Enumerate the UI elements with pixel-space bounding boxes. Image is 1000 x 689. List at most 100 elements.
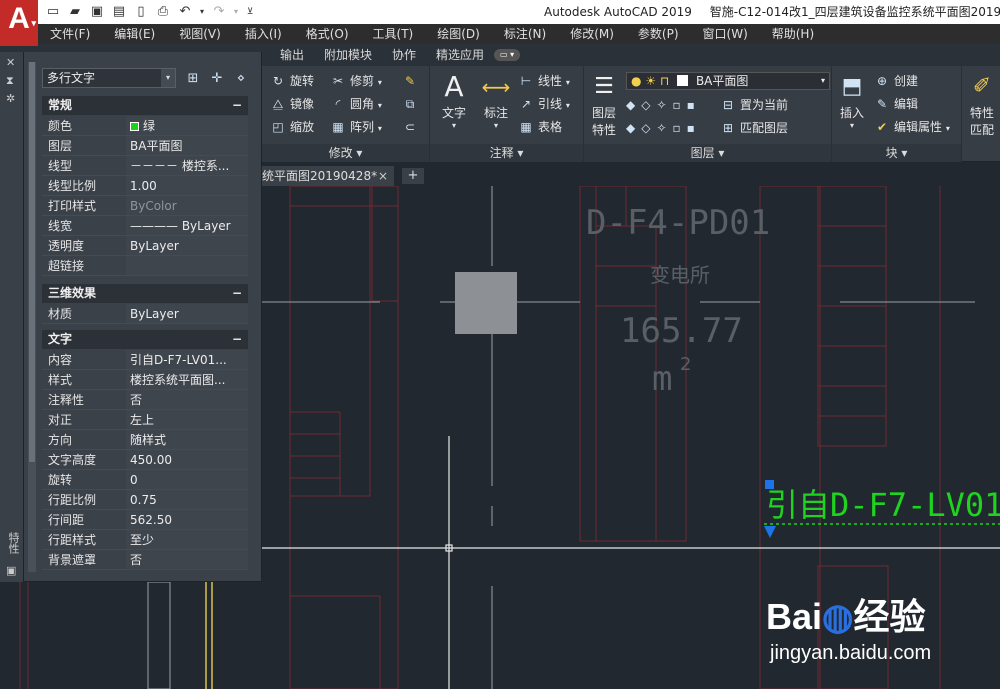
menu-dimension[interactable]: 标注(N) [492,24,558,44]
baidu-logo: Bai◍经验 [766,596,926,637]
prop-row-rotation[interactable]: 旋转 0 [42,470,248,490]
redo-icon[interactable]: ↷ [210,3,228,21]
match-properties-icon: ✐ [972,74,992,99]
annotation-panel-title[interactable]: 注释 ▾ [430,144,583,162]
menu-draw[interactable]: 绘图(D) [425,24,492,44]
linear-button[interactable]: ⊢ 线性 ▾ [518,70,570,92]
window-title: Autodesk AutoCAD 2019 智施-C12-014改1_四层建筑设… [540,0,1000,24]
rotate-button[interactable]: ↻ 旋转 [270,70,314,92]
open-folder-icon[interactable]: ▰ [66,3,84,21]
web-mobile-icon[interactable]: ▯ [132,3,150,21]
prop-row-lineweight[interactable]: 线宽 ———— ByLayer [42,216,248,236]
new-file-icon[interactable]: ▭ [44,3,62,21]
new-tab-button[interactable]: + [402,168,424,184]
edit-block-button[interactable]: ✎ 编辑 [874,93,918,115]
select-objects-icon[interactable]: ✛ [208,70,226,88]
customize-qat-icon[interactable]: ⊻ [244,3,256,21]
plot-icon[interactable]: ⎙ [154,3,172,21]
array-button[interactable]: ▦ 阵列 ▾ [330,116,382,138]
selected-mtext[interactable]: 引自D-F7-LV01 [766,486,1000,524]
tab-addins[interactable]: 附加模块 [314,44,382,66]
prop-row-annotative[interactable]: 注释性否 [42,390,248,410]
menu-insert[interactable]: 插入(I) [233,24,294,44]
prop-row-line-space-distance[interactable]: 行间距 562.50 [42,510,248,530]
prop-row-contents[interactable]: 内容 引自D-F7-LV01... [42,350,248,370]
prop-row-direction[interactable]: 方向 随样式 [42,430,248,450]
toggle-pickadd-icon[interactable]: ⊞ [184,70,202,88]
section-3d-effects[interactable]: 三维效果 − [42,284,248,303]
undo-dropdown-icon[interactable]: ▾ [198,3,206,21]
prop-row-transparency[interactable]: 透明度 ByLayer [42,236,248,256]
menu-view[interactable]: 视图(V) [167,24,233,44]
match-properties-button[interactable]: ✐ 特性 匹配 [964,70,1000,138]
prop-row-layer[interactable]: 图层 BA平面图 [42,136,248,156]
scale-button[interactable]: ◰ 缩放 [270,116,314,138]
autohide-icon[interactable]: ⧗ [6,74,14,88]
menu-parametric[interactable]: 参数(P) [626,24,691,44]
prop-row-background-mask[interactable]: 背景遮罩否 [42,550,248,570]
palette-title-strip[interactable]: ✕ ⧗ ✲ 特性 ▣ [0,52,24,582]
layer-dropdown[interactable]: ● ☀ ⊓ BA平面图 ▾ [626,72,830,90]
edit-attributes-button[interactable]: ✔ 编辑属性 ▾ [874,116,950,138]
erase-button[interactable]: ✎ [402,70,422,92]
copy-button[interactable]: ⧉ [402,93,422,115]
leader-button[interactable]: ↗ 引线 ▾ [518,93,570,115]
save-as-icon[interactable]: ▤ [110,3,128,21]
menu-format[interactable]: 格式(O) [294,24,361,44]
document-tab[interactable]: 统平面图20190428* × [262,166,394,186]
palette-scrollbar[interactable] [28,62,36,572]
offset-button[interactable]: ⊂ [402,116,422,138]
menu-help[interactable]: 帮助(H) [760,24,826,44]
tab-output[interactable]: 输出 [270,44,314,66]
dimension-button[interactable]: ⟷ 标注 ▾ [476,70,516,130]
prop-row-color[interactable]: 颜色绿 [42,116,248,136]
trim-button[interactable]: ✂ 修剪 ▾ [330,70,382,92]
prop-row-text-height[interactable]: 文字高度 450.00 [42,450,248,470]
section-text[interactable]: 文字 − [42,330,248,349]
menu-window[interactable]: 窗口(W) [691,24,760,44]
palette-settings-icon[interactable]: ✲ [6,92,15,105]
application-menu-button[interactable]: A ▾ [0,0,38,46]
modify-panel-title[interactable]: 修改 ▾ [262,144,429,162]
close-icon[interactable]: ✕ [6,56,15,69]
fillet-button[interactable]: ◜ 圆角 ▾ [330,93,382,115]
save-icon[interactable]: ▣ [88,3,106,21]
grip-square-handle[interactable] [765,480,774,489]
menu-edit[interactable]: 编辑(E) [102,24,167,44]
app-title: Autodesk AutoCAD 2019 [544,5,692,19]
scrollbar-thumb[interactable] [29,62,35,462]
insert-block-button[interactable]: ⬒ 插入 ▾ [834,70,870,130]
prop-row-material[interactable]: 材质 ByLayer [42,304,248,324]
prop-row-line-space-style[interactable]: 行距样式 至少 [42,530,248,550]
menu-file[interactable]: 文件(F) [38,24,102,44]
text-button[interactable]: A 文字 ▾ [436,70,472,130]
menu-modify[interactable]: 修改(M) [558,24,626,44]
palette-options-icon[interactable]: ▣ [6,564,16,577]
tab-featured-apps[interactable]: 精选应用 [426,44,494,66]
prop-row-justify[interactable]: 对正 左上 [42,410,248,430]
set-current-layer-button[interactable]: ⊟ 置为当前 [720,94,788,116]
match-layer-button[interactable]: ⊞ 匹配图层 [720,117,788,139]
layers-panel-title[interactable]: 图层 ▾ [584,144,831,162]
grip-arrow-handle[interactable] [764,526,776,538]
undo-icon[interactable]: ↶ [176,3,194,21]
prop-row-style[interactable]: 样式 楼控系统平面图... [42,370,248,390]
prop-row-line-space-factor[interactable]: 行距比例 0.75 [42,490,248,510]
create-block-button[interactable]: ⊕ 创建 [874,70,918,92]
menu-tools[interactable]: 工具(T) [361,24,426,44]
tab-collaborate[interactable]: 协作 [382,44,426,66]
prop-row-linetype[interactable]: 线型 －－－－ 楼控系... [42,156,248,176]
redo-dropdown-icon[interactable]: ▾ [232,3,240,21]
mirror-button[interactable]: ⧋ 镜像 [270,93,314,115]
close-icon[interactable]: × [378,166,388,186]
ribbon-minimize-toggle[interactable]: ▭ ▾ [494,49,521,61]
quick-select-icon[interactable]: ⋄ [232,70,250,88]
block-panel-title[interactable]: 块 ▾ [832,144,961,162]
prop-row-hyperlink[interactable]: 超链接 [42,256,248,276]
prop-row-linetype-scale[interactable]: 线型比例 1.00 [42,176,248,196]
object-type-select[interactable]: 多行文字 ▾ [42,68,176,88]
table-button[interactable]: ▦ 表格 [518,116,562,138]
layer-properties-button[interactable]: ☰ 图层 特性 [586,70,622,138]
prop-row-plot-style[interactable]: 打印样式 ByColor [42,196,248,216]
section-general[interactable]: 常规 − [42,96,248,115]
